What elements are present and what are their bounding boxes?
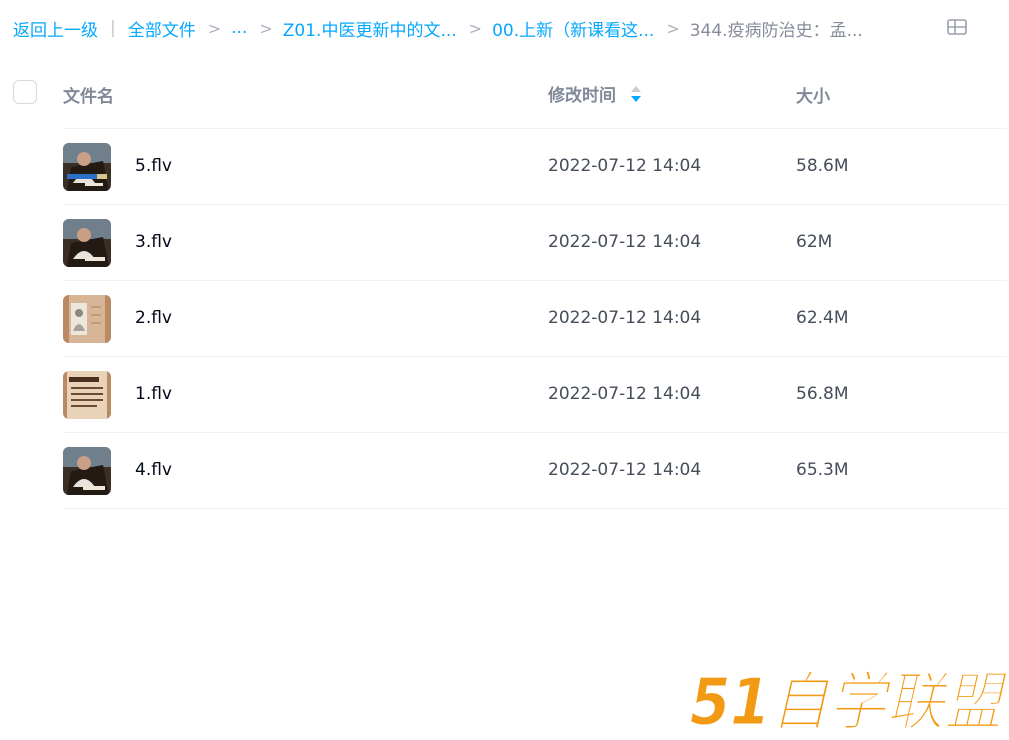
file-size: 62.4M — [796, 308, 849, 328]
svg-text:51自学联盟: 51自学联盟 — [690, 666, 1006, 736]
video-thumbnail — [63, 143, 111, 191]
file-name[interactable]: 3.flv — [135, 232, 172, 252]
video-thumbnail — [63, 295, 111, 343]
table-row[interactable]: 1.flv 2022-07-12 14:04 56.8M — [63, 357, 1007, 433]
file-list: 5.flv 2022-07-12 14:04 58.6M 3.flv 2022-… — [63, 128, 1007, 509]
file-name[interactable]: 2.flv — [135, 308, 172, 328]
file-modified-time: 2022-07-12 14:04 — [548, 384, 702, 404]
breadcrumb-item-current: 344.疫病防治史：孟... — [689, 20, 863, 41]
breadcrumb-separator: > — [666, 18, 680, 38]
column-header-name[interactable]: 文件名 — [63, 82, 114, 107]
file-name[interactable]: 5.flv — [135, 156, 172, 176]
breadcrumb-separator: > — [207, 18, 222, 38]
breadcrumb-separator: > — [259, 18, 273, 38]
table-row[interactable]: 3.flv 2022-07-12 14:04 62M — [63, 205, 1007, 281]
breadcrumb-item-ellipsis[interactable]: ... — [231, 18, 247, 38]
video-thumbnail — [63, 447, 111, 495]
file-modified-time: 2022-07-12 14:04 — [548, 308, 702, 328]
table-row[interactable]: 4.flv 2022-07-12 14:04 65.3M — [63, 433, 1007, 509]
column-header-time-label: 修改时间 — [548, 86, 616, 106]
breadcrumb-item-z01[interactable]: Z01.中医更新中的文... — [283, 16, 457, 41]
file-modified-time: 2022-07-12 14:04 — [548, 156, 702, 176]
table-header: 文件名 修改时间 大小 — [0, 60, 1009, 128]
breadcrumb-divider: | — [110, 18, 116, 38]
file-name[interactable]: 1.flv — [135, 384, 172, 404]
select-all-checkbox[interactable] — [13, 80, 37, 104]
breadcrumb-item-all-files[interactable]: 全部文件 — [128, 16, 196, 41]
back-link[interactable]: 返回上一级 — [13, 16, 98, 41]
file-name[interactable]: 4.flv — [135, 460, 172, 480]
file-size: 56.8M — [796, 384, 849, 404]
video-thumbnail — [63, 219, 111, 267]
file-size: 62M — [796, 232, 833, 252]
file-modified-time: 2022-07-12 14:04 — [548, 460, 702, 480]
watermark-logo: 51自学联盟 — [688, 658, 1009, 740]
file-size: 65.3M — [796, 460, 849, 480]
sort-icon[interactable] — [630, 85, 642, 103]
column-header-time[interactable]: 修改时间 — [548, 81, 642, 106]
table-row[interactable]: 2.flv 2022-07-12 14:04 62.4M — [63, 281, 1007, 357]
breadcrumb-separator: > — [468, 18, 483, 38]
column-header-size[interactable]: 大小 — [796, 82, 830, 107]
grid-view-icon[interactable] — [946, 17, 968, 37]
file-modified-time: 2022-07-12 14:04 — [548, 232, 702, 252]
breadcrumb: 返回上一级 | 全部文件 > ... > Z01.中医更新中的文... > 00… — [13, 16, 953, 41]
breadcrumb-item-00[interactable]: 00.上新（新课看这... — [492, 16, 654, 41]
table-row[interactable]: 5.flv 2022-07-12 14:04 58.6M — [63, 129, 1007, 205]
file-size: 58.6M — [796, 156, 849, 176]
video-thumbnail — [63, 371, 111, 419]
